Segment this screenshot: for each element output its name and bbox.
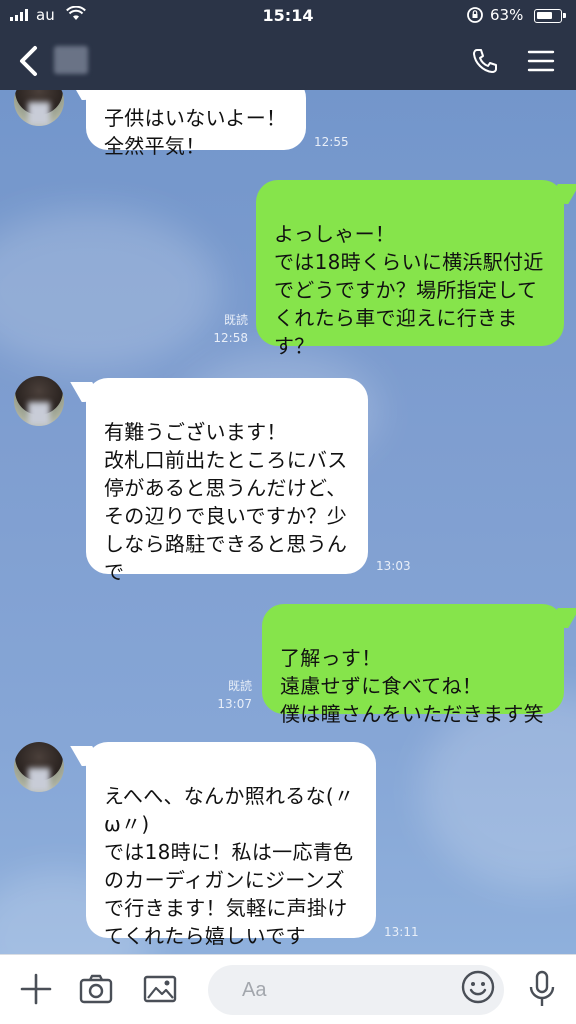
message-time: 12:55	[314, 135, 349, 149]
phone-icon[interactable]	[470, 46, 500, 76]
message-time: 12:58	[213, 331, 248, 345]
message-text: 子供はいないよー！ 全然平気！	[104, 106, 287, 158]
battery-icon	[534, 9, 566, 23]
message-input[interactable]	[242, 975, 442, 1005]
image-icon[interactable]	[142, 971, 178, 1007]
chat-header	[0, 32, 576, 90]
chevron-left-icon[interactable]	[14, 44, 44, 78]
message-time: 13:03	[376, 559, 411, 573]
message-bubble-incoming[interactable]: えへへ、なんか照れるな(〃 ω〃) では18時に！私は一応青色 のカーディガンに…	[86, 742, 376, 948]
read-receipt: 既読	[223, 313, 248, 327]
background-cloud	[0, 210, 220, 370]
message-text: 有難うございます！ 改札口前出たところにバス 停があると思うんだけど、 その辺り…	[104, 420, 348, 584]
microphone-icon[interactable]	[524, 969, 560, 1009]
rotation-lock-icon	[466, 6, 484, 28]
hamburger-menu-icon[interactable]	[526, 48, 556, 74]
message-text: 了解っす！ 遠慮せずに食べてね！ 僕は瞳さんをいただきます笑	[280, 646, 544, 726]
top-bar: au 15:14 63%	[0, 0, 576, 90]
message-text: よっしゃー！ では18時くらいに横浜駅付近 でどうですか？場所指定して くれたら…	[274, 222, 544, 358]
message-bubble-outgoing[interactable]: よっしゃー！ では18時くらいに横浜駅付近 でどうですか？場所指定して くれたら…	[256, 180, 564, 358]
message-bubble-incoming[interactable]: 子供はいないよー！ 全然平気！	[86, 90, 306, 158]
avatar[interactable]	[14, 376, 64, 426]
message-time: 13:11	[384, 925, 419, 939]
chat-area[interactable]: 子供はいないよー！ 全然平気！ 12:55 よっしゃー！ では18時くらいに横浜…	[0, 90, 576, 954]
camera-icon[interactable]	[78, 971, 114, 1007]
plus-icon[interactable]	[18, 971, 54, 1007]
message-input-bar	[0, 954, 576, 1024]
avatar[interactable]	[14, 90, 64, 126]
message-text: えへへ、なんか照れるな(〃 ω〃) では18時に！私は一応青色 のカーディガンに…	[104, 784, 355, 948]
avatar[interactable]	[14, 742, 64, 792]
status-bar: au 15:14 63%	[0, 0, 576, 32]
battery-percent: 63%	[490, 6, 524, 24]
emoji-icon[interactable]	[460, 969, 496, 1005]
contact-name-blurred	[54, 46, 88, 74]
message-bubble-outgoing[interactable]: 了解っす！ 遠慮せずに食べてね！ 僕は瞳さんをいただきます笑	[262, 604, 564, 726]
message-time: 13:07	[217, 697, 252, 711]
read-receipt: 既読	[227, 679, 252, 693]
message-bubble-incoming[interactable]: 有難うございます！ 改札口前出たところにバス 停があると思うんだけど、 その辺り…	[86, 378, 368, 584]
